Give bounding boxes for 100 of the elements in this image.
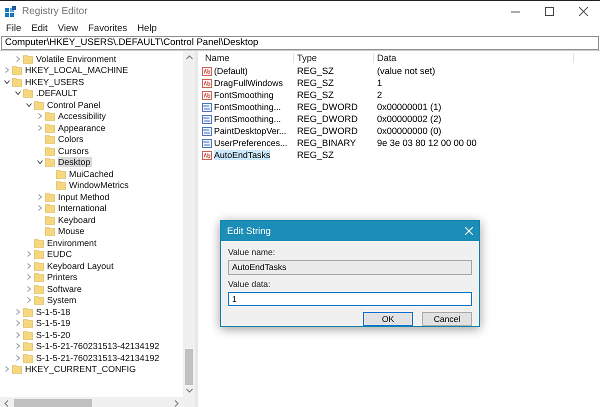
tree-item[interactable]: Volatile Environment: [36, 54, 118, 64]
tree-item[interactable]: International: [58, 203, 108, 214]
value-name[interactable]: UserPreferences...: [214, 138, 288, 148]
folder-icon: [45, 146, 55, 156]
binary-value-icon: [202, 138, 212, 148]
tree-item[interactable]: Environment: [47, 238, 98, 248]
table-cell-text: 0x00000002 (2): [376, 114, 442, 124]
folder-icon: [45, 134, 55, 144]
maximize-icon: [544, 6, 554, 16]
tree-item[interactable]: Input Method: [58, 192, 112, 202]
value-name[interactable]: DragFullWindows: [214, 78, 283, 88]
tree-item[interactable]: Printers: [47, 272, 80, 282]
folder-icon: [12, 364, 22, 374]
chevron-icon[interactable]: [4, 78, 10, 85]
tree-item[interactable]: MuiCached: [69, 168, 116, 179]
chevron-icon[interactable]: [26, 102, 32, 108]
tree-item[interactable]: EUDC: [47, 249, 74, 260]
tree-item[interactable]: HKEY_USERS: [25, 76, 86, 87]
address-bar[interactable]: Computer\HKEY_USERS\.DEFAULT\Control Panel\Desktop: [1, 36, 599, 50]
value-name[interactable]: FontSmoothing: [214, 90, 274, 100]
folder-icon: [34, 284, 44, 294]
tree-item[interactable]: Accessibility: [58, 111, 108, 122]
scroll-thumb[interactable]: [185, 349, 193, 385]
menu-item[interactable]: Favorites: [84, 23, 132, 34]
binary-value-icon: [202, 126, 212, 136]
window-title: Registry Editor: [22, 6, 89, 16]
chevron-icon[interactable]: [15, 90, 21, 96]
tree-item[interactable]: Appearance: [58, 122, 108, 133]
string-value-icon: [202, 90, 212, 100]
table-cell-text: REG_BINARY: [296, 138, 358, 148]
close-icon[interactable]: [465, 227, 473, 235]
binary-value-icon: [202, 102, 212, 112]
tree-item[interactable]: Desktop: [58, 157, 92, 168]
tree-item[interactable]: Keyboard Layout: [47, 260, 116, 271]
tree-item[interactable]: HKEY_CURRENT_CONFIG: [25, 364, 138, 374]
dialog-button[interactable]: Cancel: [422, 312, 472, 326]
menu-item[interactable]: File: [2, 23, 26, 34]
scroll-thumb[interactable]: [14, 399, 92, 407]
tree-item[interactable]: System: [47, 295, 78, 306]
dialog-button[interactable]: OK: [363, 312, 413, 326]
tree-item[interactable]: Colors: [58, 134, 86, 144]
folder-icon: [34, 249, 44, 260]
folder-icon: [23, 341, 33, 352]
folder-icon: [56, 180, 66, 190]
tree-item[interactable]: Mouse: [58, 226, 86, 236]
horizontal-scrollbar[interactable]: [0, 397, 195, 407]
folder-icon: [23, 330, 33, 340]
string-value-icon: [202, 66, 212, 76]
menu-item[interactable]: Edit: [27, 23, 52, 34]
folder-icon: [34, 100, 44, 110]
tree-item[interactable]: .DEFAULT: [36, 88, 80, 98]
table-cell-text: REG_SZ: [296, 66, 335, 76]
folder-icon: [12, 76, 22, 87]
folder-icon: [34, 260, 44, 271]
column-header[interactable]: Data: [374, 53, 574, 63]
value-name[interactable]: FontSmoothing...: [214, 114, 281, 124]
binary-value-icon: [202, 114, 212, 124]
menu-item[interactable]: View: [54, 23, 82, 34]
tree-item[interactable]: S-1-5-21-760231513-42134192: [36, 352, 162, 363]
field-label: Value data:: [228, 279, 272, 289]
chevron-icon[interactable]: [37, 159, 43, 166]
folder-icon: [56, 168, 66, 179]
folder-icon: [34, 238, 44, 248]
tree-item[interactable]: HKEY_LOCAL_MACHINE: [25, 65, 130, 76]
value-name[interactable]: (Default): [214, 66, 248, 76]
table-cell-text: REG_SZ: [296, 78, 335, 88]
tree-item[interactable]: S-1-5-20: [36, 330, 72, 340]
value-data-field[interactable]: 1: [228, 292, 472, 306]
scroll-left-icon[interactable]: [4, 400, 9, 406]
tree-item[interactable]: S-1-5-19: [36, 318, 72, 328]
tree-item[interactable]: Software: [47, 284, 84, 294]
tree-item[interactable]: Cursors: [58, 146, 91, 156]
table-cell-text: 2: [376, 90, 384, 100]
tree-item[interactable]: Keyboard: [58, 214, 98, 225]
folder-icon: [23, 352, 33, 363]
tree-item[interactable]: Control Panel: [47, 100, 102, 110]
folder-icon: [45, 111, 55, 122]
folder-icon: [45, 157, 55, 168]
value-name[interactable]: AutoEndTasks: [214, 150, 270, 160]
folder-icon: [23, 54, 33, 64]
folder-icon: [45, 214, 55, 225]
folder-icon: [23, 88, 33, 98]
menu-item[interactable]: Help: [133, 23, 161, 34]
folder-icon: [34, 295, 44, 306]
value-name[interactable]: PaintDesktopVer...: [214, 126, 286, 136]
tree-item[interactable]: S-1-5-18: [36, 306, 72, 317]
string-value-icon: [202, 150, 212, 160]
scroll-up-icon[interactable]: [186, 55, 192, 60]
table-cell-text: 0x00000001 (1): [376, 102, 442, 112]
column-header[interactable]: Name: [202, 53, 294, 63]
column-header[interactable]: Type: [294, 53, 374, 63]
scroll-right-icon[interactable]: [174, 400, 179, 406]
tree-item[interactable]: S-1-5-21-760231513-42134192: [36, 341, 162, 352]
vertical-scrollbar[interactable]: [183, 51, 195, 397]
table-cell-text: 1: [376, 78, 384, 88]
scroll-down-icon[interactable]: [186, 388, 192, 393]
value-name[interactable]: FontSmoothing...: [214, 102, 281, 112]
folder-icon: [12, 65, 22, 76]
tree-item[interactable]: WindowMetrics: [69, 180, 131, 190]
folder-icon: [45, 203, 55, 214]
